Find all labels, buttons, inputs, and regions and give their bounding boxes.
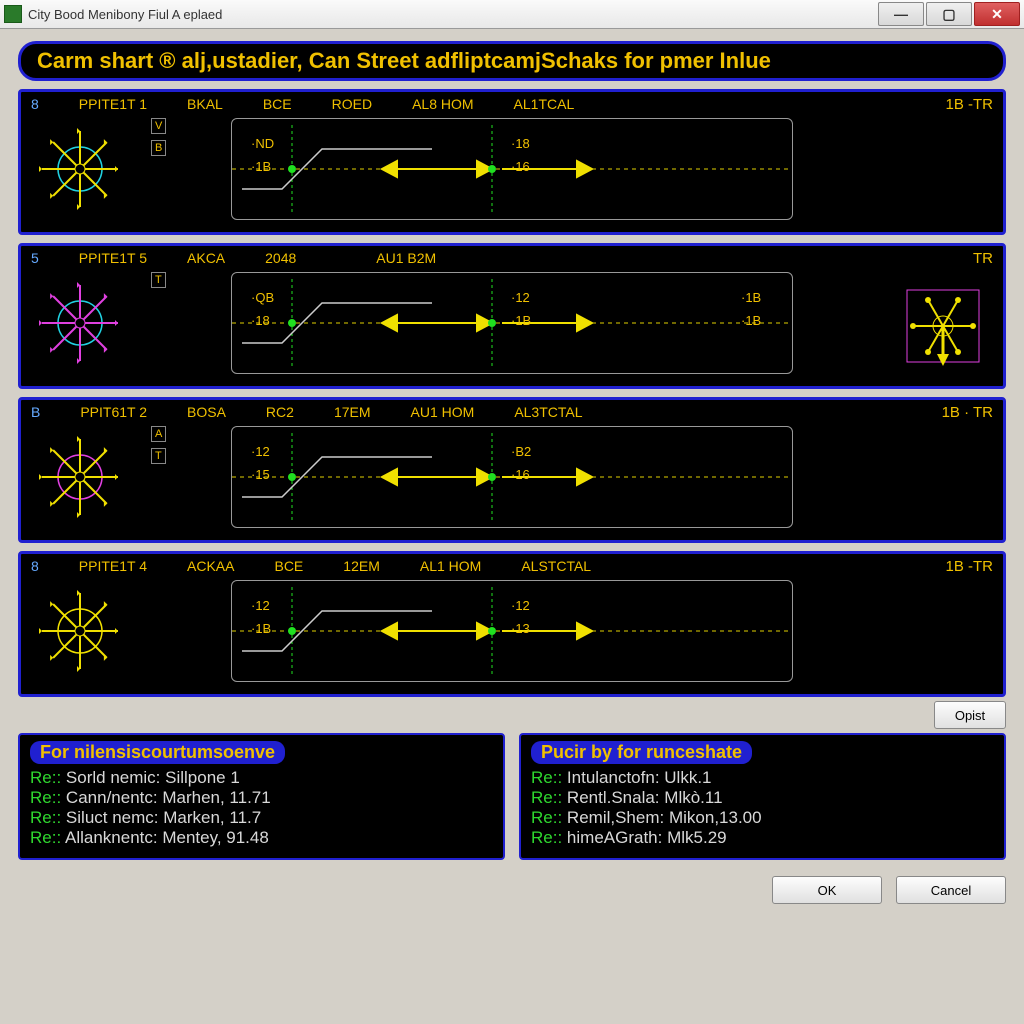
compass-icon	[35, 432, 125, 522]
info-line: Re:: Siluct nemc: Marken, 11.7	[30, 808, 493, 828]
info-line: Re:: Cann/nentc: Marhen, 11.71	[30, 788, 493, 808]
side-indicator: 1B -TR	[945, 558, 993, 575]
info-line: Re:: Allanknentc: Mentey, 91.48	[30, 828, 493, 848]
mid-values: ·B2·16	[511, 444, 531, 482]
axis-labels: AT	[151, 426, 166, 464]
side-indicator: 1B -TR	[945, 96, 993, 113]
banner-text: Carm shart ® alj,ustadier, Can Street ad…	[18, 41, 1006, 81]
axis-labels: VB	[151, 118, 166, 156]
left-info-title: For nilensiscourtumsoenve	[30, 741, 285, 764]
aux-compass-icon	[903, 286, 983, 366]
mid-values: ·18·16	[511, 136, 530, 174]
panel-header: 8 PPITE1T 1BKALBCEROEDAL8 HOMAL1TCAL	[21, 96, 1003, 112]
right-info-box: Pucir by for runceshate Re:: Intulanctof…	[519, 733, 1006, 860]
info-line: Re:: Rentl.Snala: Mlkò.11	[531, 788, 994, 808]
axis-labels: T	[151, 272, 166, 288]
compass-icon	[35, 278, 125, 368]
mid-values: ·12·13	[511, 598, 530, 636]
left-values: ·12·1B	[251, 598, 271, 636]
cam-panel-0[interactable]: 8 PPITE1T 1BKALBCEROEDAL8 HOMAL1TCAL 1B …	[18, 89, 1006, 235]
window-title: City Bood Menibony Fiul A eplaed	[28, 7, 878, 22]
left-values: ·12·15	[251, 444, 270, 482]
info-line: Re:: Sorld nemic: Sillpone 1	[30, 768, 493, 788]
right-values: ·1B·1B	[741, 290, 761, 328]
panel-header: B PPIT61T 2BOSARC217EMAU1 HOMAL3TCTAL	[21, 404, 1003, 420]
left-info-box: For nilensiscourtumsoenve Re:: Sorld nem…	[18, 733, 505, 860]
left-values: ·ND·1B	[251, 136, 274, 174]
side-indicator: TR	[973, 250, 993, 267]
titlebar: City Bood Menibony Fiul A eplaed — ▢ ✕	[0, 0, 1024, 29]
app-icon	[4, 5, 22, 23]
panel-header: 5 PPITE1T 5AKCA2048AU1 B2M	[21, 250, 1003, 266]
panel-header: 8 PPITE1T 4ACKAABCE12EMAL1 HOMALSTCTAL	[21, 558, 1003, 574]
maximize-button[interactable]: ▢	[926, 2, 972, 26]
cam-panel-3[interactable]: 8 PPITE1T 4ACKAABCE12EMAL1 HOMALSTCTAL 1…	[18, 551, 1006, 697]
cam-panel-1[interactable]: 5 PPITE1T 5AKCA2048AU1 B2M TR T	[18, 243, 1006, 389]
cam-panel-2[interactable]: B PPIT61T 2BOSARC217EMAU1 HOMAL3TCTAL 1B…	[18, 397, 1006, 543]
minimize-button[interactable]: —	[878, 2, 924, 26]
opist-button[interactable]: Opist	[934, 701, 1006, 729]
cancel-button[interactable]: Cancel	[896, 876, 1006, 904]
left-values: ·QB·18	[251, 290, 274, 328]
close-button[interactable]: ✕	[974, 2, 1020, 26]
mid-values: ·12·1B	[511, 290, 531, 328]
ok-button[interactable]: OK	[772, 876, 882, 904]
info-line: Re:: Remil,Shem: Mikon,13.00	[531, 808, 994, 828]
right-info-title: Pucir by for runceshate	[531, 741, 752, 764]
compass-icon	[35, 586, 125, 676]
info-line: Re:: himeAGrath: Mlk5.29	[531, 828, 994, 848]
compass-icon	[35, 124, 125, 214]
side-indicator: 1B · TR	[942, 404, 993, 421]
info-line: Re:: Intulanctofn: Ulkk.1	[531, 768, 994, 788]
